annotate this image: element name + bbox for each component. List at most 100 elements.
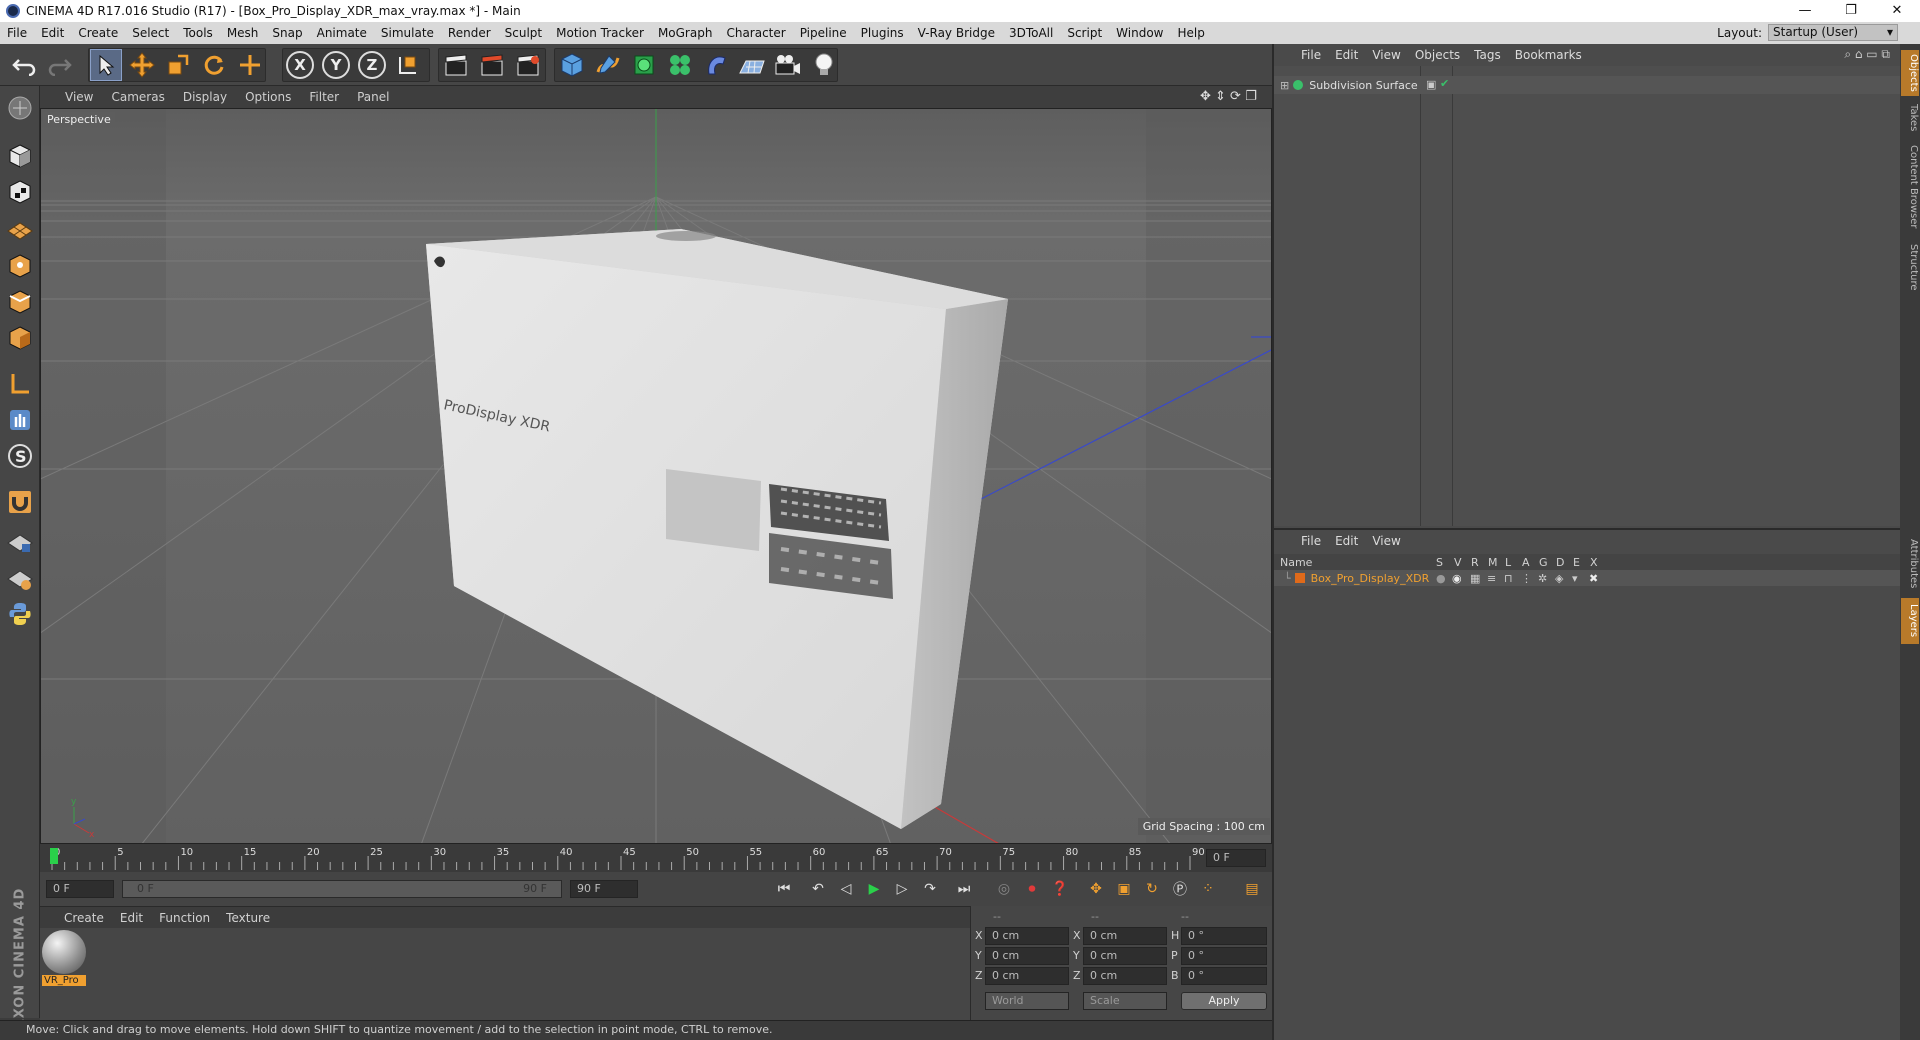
maximize-button[interactable]: ❐	[1828, 0, 1874, 22]
start-frame-field[interactable]: 0 F	[46, 880, 114, 898]
go-to-end-button[interactable]: ⏭	[952, 877, 976, 901]
pos-z-field[interactable]: 0 cm	[985, 967, 1069, 985]
redo-button[interactable]	[44, 49, 76, 81]
menu-file[interactable]: File	[0, 26, 34, 40]
scale-tool[interactable]	[162, 49, 194, 81]
tab-layers[interactable]: Layers	[1901, 598, 1919, 644]
layer-color-swatch[interactable]	[1294, 573, 1305, 583]
add-light-button[interactable]	[808, 49, 840, 81]
lock-workplane-button[interactable]	[4, 526, 36, 558]
viewport-menu-view[interactable]: View	[56, 90, 102, 104]
add-camera-button[interactable]	[772, 49, 804, 81]
size-mode-select[interactable]: Scale	[1083, 992, 1167, 1010]
expand-icon[interactable]: ⊞	[1280, 79, 1289, 92]
menu-select[interactable]: Select	[125, 26, 176, 40]
add-mograph-button[interactable]	[664, 49, 696, 81]
menu-script[interactable]: Script	[1060, 26, 1109, 40]
layer-expression-icon[interactable]: ▾	[1572, 572, 1578, 585]
layer-generator-icon[interactable]: ✲	[1538, 572, 1547, 585]
add-floor-button[interactable]	[736, 49, 768, 81]
menu-3dtoall[interactable]: 3DToAll	[1002, 26, 1060, 40]
menu-vray-bridge[interactable]: V-Ray Bridge	[911, 26, 1002, 40]
menu-character[interactable]: Character	[719, 26, 792, 40]
next-keyframe-button[interactable]: ↷	[918, 877, 942, 901]
model-mode-button[interactable]	[4, 140, 36, 172]
undo-button[interactable]	[8, 49, 40, 81]
tweak-mode-button[interactable]	[4, 404, 36, 436]
objects-menu-tags[interactable]: Tags	[1467, 48, 1508, 62]
size-y-field[interactable]: 0 cm	[1083, 947, 1167, 965]
enabled-check-icon[interactable]: ✔	[1440, 77, 1449, 90]
menu-help[interactable]: Help	[1170, 26, 1211, 40]
coordinate-system-button[interactable]	[392, 49, 424, 81]
axis-mode-button[interactable]	[4, 368, 36, 400]
layer-deformer-icon[interactable]: ◈	[1555, 572, 1563, 585]
layer-visible-eye-icon[interactable]: ◉	[1452, 572, 1462, 585]
menu-snap[interactable]: Snap	[265, 26, 309, 40]
objects-menu-file[interactable]: File	[1294, 48, 1328, 62]
tab-takes[interactable]: Takes	[1901, 102, 1919, 134]
viewport-menu-display[interactable]: Display	[174, 90, 236, 104]
key-rotation-button[interactable]: ↻	[1140, 877, 1164, 901]
key-pla-button[interactable]: ⁘	[1196, 877, 1220, 901]
polygons-mode-button[interactable]	[4, 322, 36, 354]
add-spline-button[interactable]	[592, 49, 624, 81]
python-script-button[interactable]	[4, 598, 36, 630]
pos-x-field[interactable]: 0 cm	[985, 927, 1069, 945]
add-nurbs-button[interactable]	[628, 49, 660, 81]
tab-attributes[interactable]: Attributes	[1901, 534, 1919, 594]
autokeying-button[interactable]: ❓	[1048, 877, 1072, 901]
motion-record-button[interactable]: ◎	[992, 877, 1016, 901]
magnet-button[interactable]	[4, 486, 36, 518]
viewport-nav-icons[interactable]: ✥ ⇕ ⟳ ❐	[1200, 89, 1257, 104]
material-menu-edit[interactable]: Edit	[112, 911, 151, 925]
viewport-menu-options[interactable]: Options	[236, 90, 300, 104]
frame-range-slider[interactable]: 0 F 90 F	[122, 880, 562, 898]
workplane-mode-button[interactable]	[4, 212, 36, 244]
key-position-button[interactable]: ✥	[1084, 877, 1108, 901]
menu-edit[interactable]: Edit	[34, 26, 71, 40]
material-menu-create[interactable]: Create	[56, 911, 112, 925]
play-forward-button[interactable]: ▶	[862, 877, 886, 901]
key-scale-button[interactable]: ▣	[1112, 877, 1136, 901]
viewport-camera-label[interactable]: Perspective	[43, 112, 115, 127]
layer-lock-icon[interactable]: ⊓	[1504, 572, 1513, 585]
make-editable-button[interactable]	[4, 92, 36, 124]
live-selection-tool[interactable]	[90, 49, 122, 81]
layer-solo-icon[interactable]: ●	[1436, 572, 1446, 585]
render-picture-viewer-button[interactable]	[476, 49, 508, 81]
layer-xref-icon[interactable]: ✖	[1589, 572, 1598, 585]
menu-mesh[interactable]: Mesh	[220, 26, 266, 40]
timeline-playhead[interactable]	[50, 848, 58, 864]
pos-y-field[interactable]: 0 cm	[985, 947, 1069, 965]
menu-motion-tracker[interactable]: Motion Tracker	[549, 26, 651, 40]
objects-menu-bookmarks[interactable]: Bookmarks	[1508, 48, 1589, 62]
object-manager-search-icon[interactable]: ⌕ ⌂ ▭ ⧉	[1844, 47, 1890, 62]
x-axis-lock[interactable]: X	[284, 49, 316, 81]
objects-menu-view[interactable]: View	[1365, 48, 1407, 62]
layers-menu-file[interactable]: File	[1294, 534, 1328, 548]
object-row[interactable]: ⊞ Subdivision Surface ▣ ✔	[1274, 76, 1900, 94]
edit-tag-icon[interactable]: ▣	[1426, 78, 1436, 91]
objects-menu-edit[interactable]: Edit	[1328, 48, 1365, 62]
end-frame-field[interactable]: 90 F	[570, 880, 638, 898]
coordinate-system-select[interactable]: World	[985, 992, 1069, 1010]
menu-simulate[interactable]: Simulate	[374, 26, 441, 40]
layer-animation-icon[interactable]: ⋮	[1521, 572, 1532, 585]
y-axis-lock[interactable]: Y	[320, 49, 352, 81]
points-mode-button[interactable]	[4, 250, 36, 282]
perspective-viewport[interactable]: ProDisplay XDR y x	[40, 108, 1272, 844]
texture-mode-button[interactable]	[4, 176, 36, 208]
rot-p-field[interactable]: 0 °	[1181, 947, 1267, 965]
viewport-menu-filter[interactable]: Filter	[300, 90, 348, 104]
layer-render-clapboard-icon[interactable]: ▦	[1470, 572, 1480, 585]
minimize-button[interactable]: —	[1782, 0, 1828, 22]
layer-manager-icon[interactable]: ≡	[1487, 572, 1496, 585]
size-z-field[interactable]: 0 cm	[1083, 967, 1167, 985]
record-active-objects-button[interactable]: ⏺	[1020, 877, 1044, 901]
menu-pipeline[interactable]: Pipeline	[793, 26, 854, 40]
material-menu-texture[interactable]: Texture	[218, 911, 278, 925]
tab-content-browser[interactable]: Content Browser	[1901, 140, 1919, 234]
layout-select[interactable]: Startup (User)	[1768, 24, 1898, 41]
layers-menu-view[interactable]: View	[1365, 534, 1407, 548]
